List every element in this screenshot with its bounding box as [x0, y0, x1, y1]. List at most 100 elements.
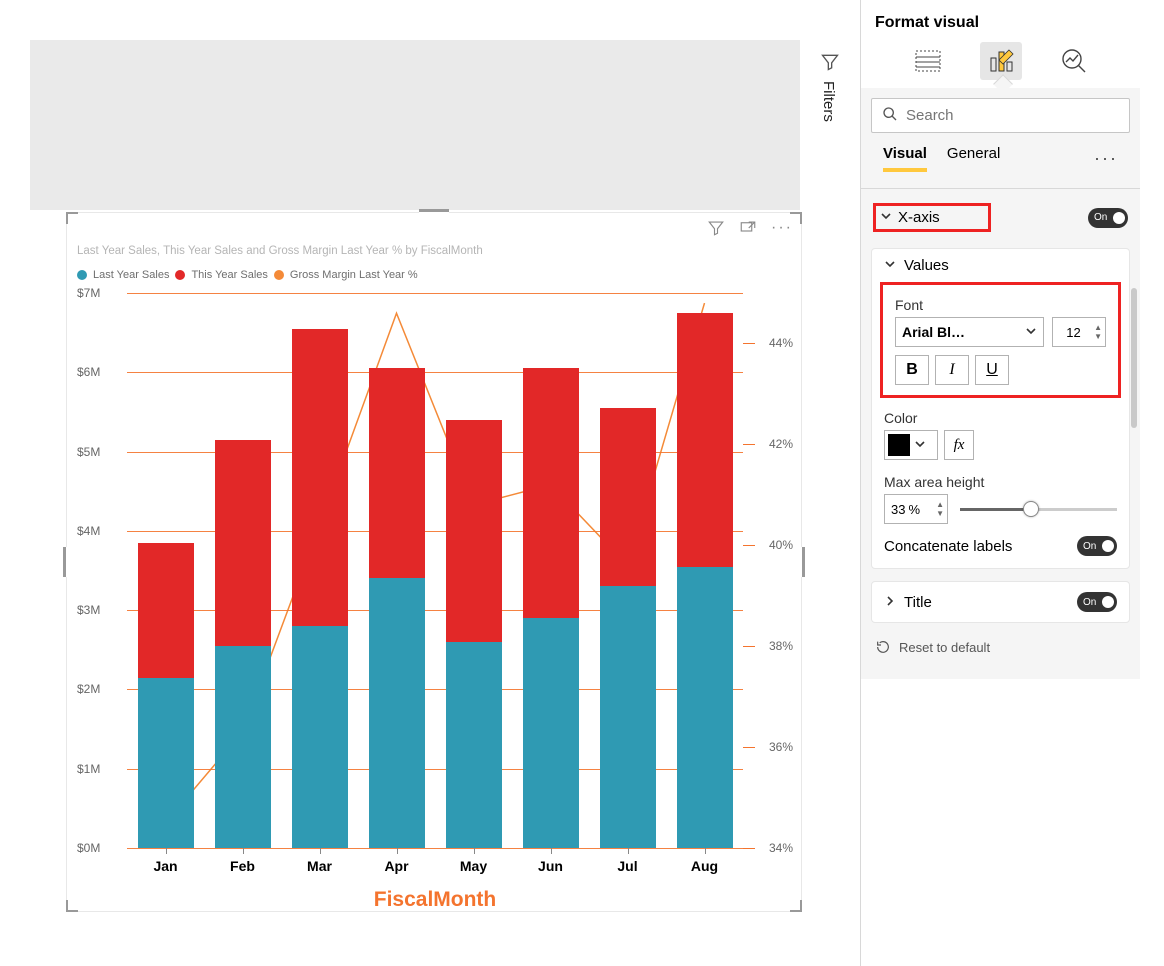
- bar-group[interactable]: [677, 293, 733, 848]
- bar-segment-last-year[interactable]: [523, 618, 579, 848]
- chart-title: Last Year Sales, This Year Sales and Gro…: [77, 245, 483, 257]
- bar-segment-last-year[interactable]: [446, 642, 502, 848]
- bar-segment-this-year[interactable]: [292, 329, 348, 626]
- bar-segment-this-year[interactable]: [138, 543, 194, 678]
- more-options-icon[interactable]: ···: [771, 219, 793, 240]
- chevron-right-icon[interactable]: [884, 595, 896, 610]
- x-axis-tick: Feb: [230, 858, 255, 874]
- y2-axis-tick: 42%: [769, 437, 793, 451]
- chevron-down-icon: [1025, 324, 1037, 340]
- resize-handle-left[interactable]: [63, 547, 69, 577]
- x-axis-title: FiscalMonth: [374, 888, 497, 912]
- resize-handle-br[interactable]: [790, 900, 802, 912]
- bar-group[interactable]: [369, 293, 425, 848]
- bar-group[interactable]: [215, 293, 271, 848]
- bar-group[interactable]: [600, 293, 656, 848]
- spin-up-icon[interactable]: ▲: [936, 500, 944, 509]
- font-family-value: Arial Bl…: [902, 324, 965, 340]
- format-panel: Format visual Visual General ··· X-axis …: [860, 0, 1140, 966]
- section-title[interactable]: Title: [904, 594, 1069, 611]
- bar-group[interactable]: [446, 293, 502, 848]
- bold-button[interactable]: B: [895, 355, 929, 385]
- pane-title: Format visual: [861, 0, 1140, 40]
- section-x-axis[interactable]: X-axis: [898, 209, 940, 226]
- subtab-more-icon[interactable]: ···: [1094, 148, 1118, 169]
- legend-swatch-this-year: [175, 270, 185, 280]
- x-axis-tick: Jun: [538, 858, 563, 874]
- legend-swatch-margin: [274, 270, 284, 280]
- y-axis-tick: $5M: [77, 445, 100, 459]
- resize-handle-tl[interactable]: [66, 212, 78, 224]
- reset-to-default[interactable]: Reset to default: [861, 623, 1140, 671]
- focus-mode-icon[interactable]: [739, 219, 757, 240]
- bar-segment-this-year[interactable]: [677, 313, 733, 567]
- resize-handle-right[interactable]: [799, 547, 805, 577]
- filters-pane-label[interactable]: Filters: [820, 81, 837, 122]
- bar-segment-last-year[interactable]: [600, 586, 656, 848]
- chevron-down-icon[interactable]: [880, 210, 892, 225]
- font-size-value: 12: [1053, 325, 1094, 340]
- max-area-height-spinner[interactable]: 33 % ▲▼: [884, 494, 948, 524]
- concatenate-labels-toggle[interactable]: On: [1077, 536, 1117, 556]
- x-axis-tick: Jul: [617, 858, 637, 874]
- reset-label: Reset to default: [899, 640, 990, 655]
- x-axis-tick: Jan: [153, 858, 177, 874]
- title-toggle[interactable]: On: [1077, 592, 1117, 612]
- subtab-visual[interactable]: Visual: [883, 145, 927, 172]
- search-box[interactable]: [871, 98, 1130, 133]
- bar-segment-this-year[interactable]: [600, 408, 656, 586]
- bar-segment-last-year[interactable]: [677, 567, 733, 848]
- bar-segment-this-year[interactable]: [446, 420, 502, 642]
- section-values[interactable]: Values: [904, 257, 1117, 274]
- search-input[interactable]: [906, 107, 1119, 124]
- bar-segment-this-year[interactable]: [215, 440, 271, 646]
- bar-segment-last-year[interactable]: [369, 578, 425, 848]
- bar-segment-last-year[interactable]: [215, 646, 271, 848]
- resize-handle-top[interactable]: [419, 209, 449, 215]
- x-axis-toggle[interactable]: On: [1088, 208, 1128, 228]
- bar-segment-this-year[interactable]: [369, 368, 425, 578]
- legend-label: Gross Margin Last Year %: [290, 269, 418, 281]
- bar-group[interactable]: [523, 293, 579, 848]
- y-axis-tick: $3M: [77, 603, 100, 617]
- subtab-general[interactable]: General: [947, 145, 1000, 172]
- resize-handle-bl[interactable]: [66, 900, 78, 912]
- legend-label: This Year Sales: [191, 269, 267, 281]
- max-area-height-label: Max area height: [872, 468, 1129, 494]
- x-axis-tick: Aug: [691, 858, 718, 874]
- chart-plot-area: FiscalMonth $0M$1M$2M$3M$4M$5M$6M$7M34%3…: [77, 293, 793, 893]
- max-area-height-slider[interactable]: [960, 494, 1117, 524]
- percent-symbol: %: [908, 502, 920, 517]
- y-axis-tick: $0M: [77, 841, 100, 855]
- x-axis-tick: May: [460, 858, 487, 874]
- grid-line: [127, 848, 743, 849]
- y-axis-tick: $4M: [77, 524, 100, 538]
- search-icon: [882, 106, 898, 125]
- tab-build-icon[interactable]: [907, 42, 949, 80]
- color-picker[interactable]: [884, 430, 938, 460]
- tab-analytics-icon[interactable]: [1053, 42, 1095, 80]
- bar-group[interactable]: [138, 293, 194, 848]
- filters-pane-icon[interactable]: [820, 60, 840, 75]
- tab-format-icon[interactable]: [980, 42, 1022, 80]
- spin-down-icon[interactable]: ▼: [936, 509, 944, 518]
- underline-button[interactable]: U: [975, 355, 1009, 385]
- chart-visual-container[interactable]: ··· Last Year Sales, This Year Sales and…: [66, 212, 802, 912]
- spin-down-icon[interactable]: ▼: [1094, 332, 1102, 341]
- x-axis-tick: Apr: [384, 858, 408, 874]
- bar-segment-this-year[interactable]: [523, 368, 579, 618]
- fx-button[interactable]: fx: [944, 430, 974, 460]
- panel-scrollbar[interactable]: [1131, 288, 1137, 428]
- chevron-down-icon[interactable]: [884, 258, 896, 273]
- chart-legend: Last Year Sales This Year Sales Gross Ma…: [77, 269, 418, 281]
- font-family-select[interactable]: Arial Bl…: [895, 317, 1044, 347]
- bar-segment-last-year[interactable]: [292, 626, 348, 848]
- bar-segment-last-year[interactable]: [138, 678, 194, 848]
- spin-up-icon[interactable]: ▲: [1094, 323, 1102, 332]
- chevron-down-icon: [914, 438, 926, 453]
- italic-button[interactable]: I: [935, 355, 969, 385]
- filter-icon[interactable]: [707, 219, 725, 240]
- font-size-spinner[interactable]: 12 ▲▼: [1052, 317, 1106, 347]
- bar-group[interactable]: [292, 293, 348, 848]
- y2-axis-tick: 40%: [769, 538, 793, 552]
